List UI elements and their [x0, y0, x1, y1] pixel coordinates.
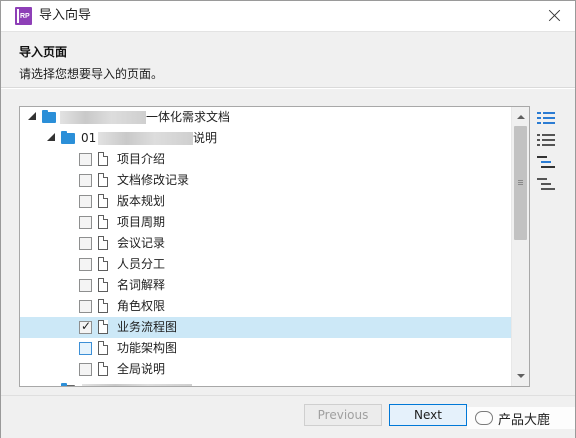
tree-next-row-partial[interactable] [20, 380, 512, 386]
tree-group-prefix: 01 [81, 131, 97, 145]
folder-icon [61, 383, 75, 386]
step-title: 导入页面 [19, 45, 68, 59]
tree-root-label: 一体化需求文档 [146, 110, 231, 124]
tree-page-row[interactable]: 全局说明 [20, 359, 512, 380]
page-icon [98, 152, 108, 166]
page-icon [98, 278, 108, 292]
watermark-text: 产品大鹿 [498, 413, 551, 428]
page-checkbox[interactable] [79, 174, 92, 187]
tree-deselect-icon[interactable] [537, 177, 555, 193]
redacted-text [60, 111, 146, 124]
page-label: 功能架构图 [117, 341, 178, 355]
tree-page-row[interactable]: 角色权限 [20, 296, 512, 317]
wechat-icon [475, 411, 493, 425]
scroll-up-icon[interactable] [517, 115, 525, 119]
page-icon [98, 257, 108, 271]
page-icon [98, 341, 108, 355]
footer-divider [1, 395, 575, 396]
page-checkbox[interactable] [79, 342, 92, 355]
check-mark-icon: ✓ [81, 319, 92, 333]
page-checkbox-checked[interactable]: ✓ [79, 319, 92, 334]
dialog-title: 导入向导 [39, 8, 92, 23]
page-checkbox[interactable] [79, 195, 92, 208]
page-icon [98, 299, 108, 313]
page-icon [98, 173, 108, 187]
close-icon[interactable] [545, 6, 565, 26]
page-label: 会议记录 [117, 236, 166, 250]
page-icon [98, 362, 108, 376]
page-checkbox[interactable] [79, 237, 92, 250]
tree-page-row[interactable]: 版本规划 [20, 191, 512, 212]
page-label: 项目周期 [117, 215, 166, 229]
page-tree[interactable]: 一体化需求文档 01 说明 项目介绍 文档修改记录 版本规划 项目周期 会议记录… [19, 106, 530, 387]
redacted-text [98, 132, 193, 145]
page-label: 版本规划 [117, 194, 166, 208]
tree-group-row[interactable]: 01 说明 [20, 128, 512, 149]
folder-icon [61, 131, 75, 144]
tree-page-row[interactable]: 人员分工 [20, 254, 512, 275]
folder-icon [42, 110, 56, 123]
page-label: 角色权限 [117, 299, 166, 313]
page-checkbox[interactable] [79, 258, 92, 271]
tree-root-row[interactable]: 一体化需求文档 [20, 107, 512, 128]
page-label: 文档修改记录 [117, 173, 190, 187]
page-checkbox[interactable] [79, 300, 92, 313]
scroll-down-icon[interactable] [517, 374, 525, 378]
scrollbar-thumb[interactable] [514, 126, 527, 240]
page-checkbox[interactable] [79, 153, 92, 166]
page-icon [98, 194, 108, 208]
next-button[interactable]: Next [389, 404, 467, 426]
page-checkbox[interactable] [79, 279, 92, 292]
tree-select-icon[interactable] [537, 155, 555, 171]
tree-page-row[interactable]: 会议记录 [20, 233, 512, 254]
page-label: 项目介绍 [117, 152, 166, 166]
app-logo-icon: RP [15, 7, 32, 25]
page-icon [98, 320, 108, 334]
tree-page-row[interactable]: 名词解释 [20, 275, 512, 296]
title-bar: RP 导入向导 [1, 1, 575, 31]
watermark: 产品大鹿 [467, 407, 575, 429]
page-icon [98, 236, 108, 250]
tree-page-row[interactable]: 项目介绍 [20, 149, 512, 170]
vertical-scrollbar[interactable] [511, 107, 529, 386]
page-label: 人员分工 [117, 257, 166, 271]
step-subtitle: 请选择您想要导入的页面。 [19, 67, 164, 81]
page-label: 名词解释 [117, 278, 166, 292]
tree-group-suffix: 说明 [193, 131, 218, 145]
tree-page-row[interactable]: 功能架构图 [20, 338, 512, 359]
page-label: 全局说明 [117, 362, 166, 376]
page-checkbox[interactable] [79, 363, 92, 376]
page-icon [98, 215, 108, 229]
tree-page-row[interactable]: 项目周期 [20, 212, 512, 233]
app-logo-text: RP [20, 13, 30, 20]
import-wizard-dialog: RP 导入向导 导入页面 请选择您想要导入的页面。 一体化需求文档 01 说明 [0, 0, 576, 438]
list-view-icon[interactable] [537, 133, 555, 149]
collapse-arrow-icon[interactable] [28, 112, 36, 120]
tree-page-row[interactable]: 文档修改记录 [20, 170, 512, 191]
redacted-text [82, 384, 192, 386]
expand-all-icon[interactable] [537, 111, 555, 127]
previous-button[interactable]: Previous [304, 404, 382, 426]
page-label: 业务流程图 [117, 320, 178, 334]
wizard-header: 导入页面 请选择您想要导入的页面。 [1, 31, 575, 88]
wizard-body: 一体化需求文档 01 说明 项目介绍 文档修改记录 版本规划 项目周期 会议记录… [1, 89, 575, 438]
page-checkbox[interactable] [79, 216, 92, 229]
collapse-arrow-icon[interactable] [47, 133, 55, 141]
tree-page-row-selected[interactable]: ✓ 业务流程图 [20, 317, 512, 338]
